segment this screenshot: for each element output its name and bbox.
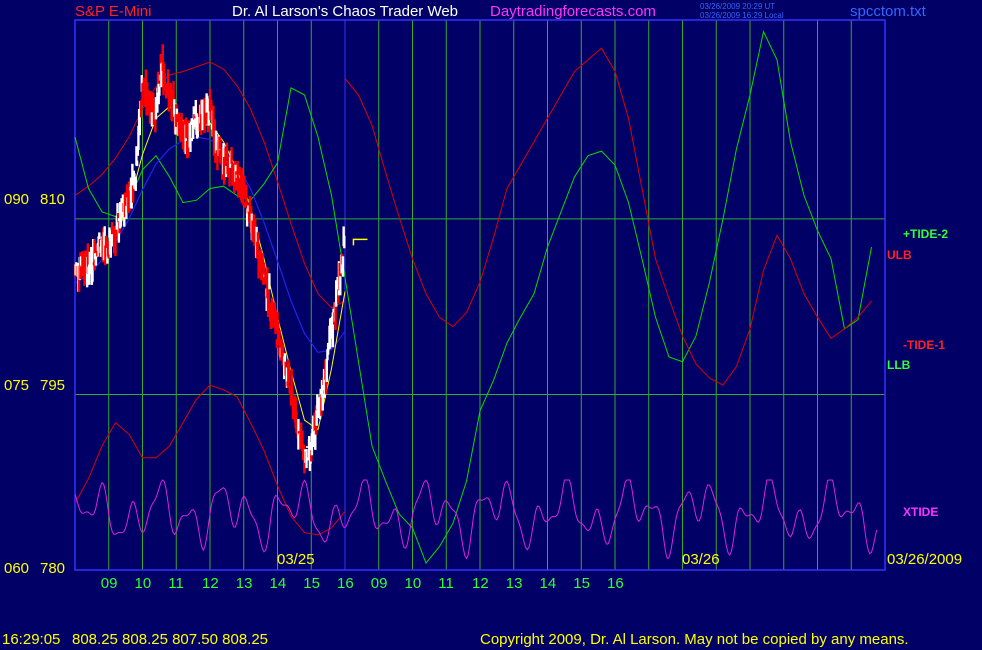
- x-tick-label: 12: [472, 575, 489, 592]
- y-label-price-mid: 795: [40, 377, 65, 394]
- x-tick-label: 10: [135, 575, 152, 592]
- status-copyright: Copyright 2009, Dr. Al Larson. May not b…: [480, 631, 909, 648]
- y-label-left-bottom: 060: [4, 560, 29, 577]
- x-tick-label: 09: [371, 575, 388, 592]
- ut-time: 03/26/2009 20:29 UT: [700, 2, 775, 11]
- label-tide1: -TIDE-1: [903, 338, 945, 352]
- x-tick-label: 15: [573, 575, 590, 592]
- date-label-day1: 03/25: [277, 551, 315, 568]
- label-ulb: ULB: [887, 248, 912, 262]
- x-tick-label: 11: [168, 575, 184, 592]
- y-label-price-top: 810: [40, 191, 65, 208]
- label-llb: LLB: [887, 358, 911, 372]
- status-clock: 16:29:05: [2, 631, 60, 648]
- date-label-day2: 03/26: [682, 551, 720, 568]
- x-tick-label: 12: [202, 575, 219, 592]
- app-title: Dr. Al Larson's Chaos Trader Web: [232, 3, 458, 20]
- x-tick-label: 10: [405, 575, 422, 592]
- x-tick-label: 13: [506, 575, 523, 592]
- date-label-full: 03/26/2009: [887, 551, 962, 568]
- x-tick-label: 14: [540, 575, 557, 592]
- x-tick-label: 13: [236, 575, 253, 592]
- x-tick-label: 16: [607, 575, 624, 592]
- y-label-price-bottom: 780: [40, 560, 65, 577]
- x-tick-label: 09: [101, 575, 118, 592]
- status-quote: 808.25 808.25 807.50 808.25: [72, 631, 268, 648]
- x-tick-label: 15: [303, 575, 320, 592]
- label-tide2: +TIDE-2: [903, 227, 948, 241]
- label-xtide: XTIDE: [903, 505, 938, 519]
- site-title[interactable]: Daytradingforecasts.com: [490, 3, 656, 20]
- y-label-left-top: 090: [4, 191, 29, 208]
- chaos-trader-chart: S&P E-Mini Dr. Al Larson's Chaos Trader …: [0, 0, 982, 650]
- x-tick-label: 14: [270, 575, 287, 592]
- x-tick-label: 11: [438, 575, 454, 592]
- local-time: 03/26/2009 16:29 Local: [700, 11, 784, 20]
- x-tick-label: 16: [337, 575, 354, 592]
- symbol-title: S&P E-Mini: [75, 3, 151, 20]
- file-name: spcctom.txt: [850, 3, 927, 20]
- y-label-left-mid: 075: [4, 377, 29, 394]
